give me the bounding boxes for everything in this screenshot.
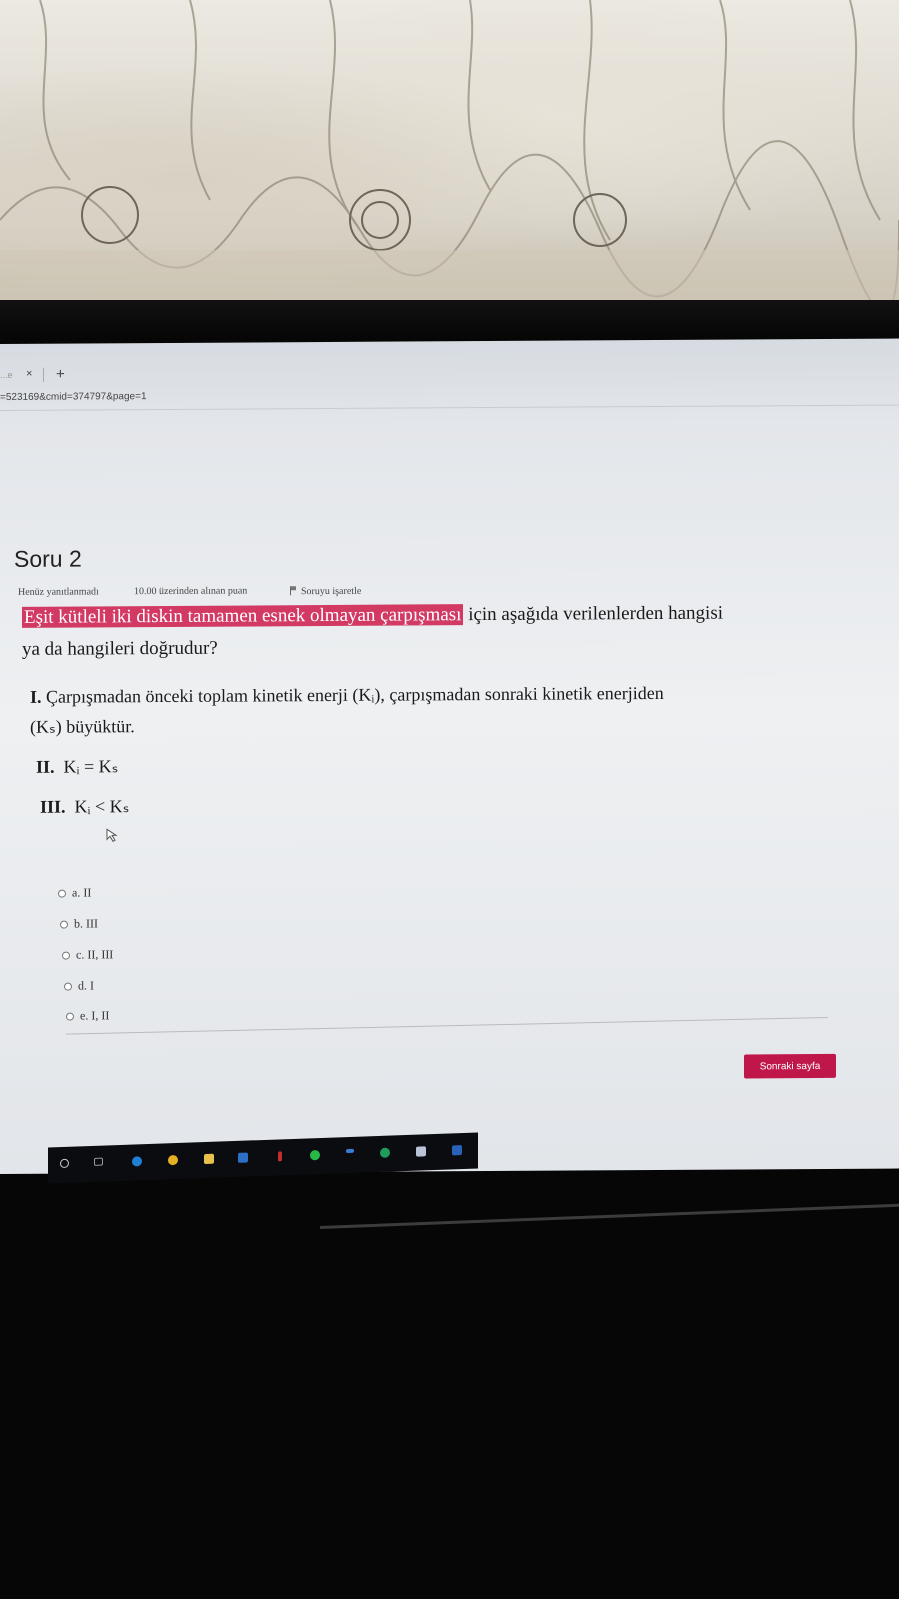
question-points: 10.00 üzerinden alınan puan — [134, 585, 248, 598]
desk-edge — [320, 1203, 899, 1229]
statement-1: I. Çarpışmadan önceki toplam kinetik ene… — [30, 678, 664, 742]
question-status: Henüz yanıtlanmadı — [18, 586, 99, 598]
radio-button[interactable] — [60, 920, 68, 929]
answer-option-e[interactable]: e. I, II — [66, 1008, 109, 1023]
monitor-bezel — [0, 300, 899, 344]
toolbar-divider — [0, 404, 899, 411]
divider — [66, 1016, 828, 1035]
mail-icon[interactable] — [238, 1152, 248, 1163]
question-title: Soru 2 — [14, 545, 82, 572]
statement-text: Kᵢ = Kₛ — [63, 756, 119, 777]
new-tab-button[interactable]: + — [56, 366, 65, 383]
stem-text-2: ya da hangileri doğrudur? — [22, 637, 218, 660]
flag-label: Soruyu işaretle — [301, 585, 362, 598]
flag-question-button[interactable]: Soruyu işaretle — [290, 585, 361, 597]
flag-icon — [290, 586, 297, 596]
answer-option-c[interactable]: c. II, III — [62, 947, 113, 962]
statement-text: Çarpışmadan önceki toplam kinetik enerji… — [46, 682, 664, 707]
statement-continuation: (Kₛ) büyüktür. — [30, 716, 135, 737]
tab-title[interactable]: ...e — [0, 370, 13, 380]
option-label: e. I, II — [80, 1008, 110, 1023]
shield-icon[interactable] — [416, 1146, 426, 1157]
question-stem: Eşit kütleli iki diskin tamamen esnek ol… — [22, 597, 862, 666]
blue-app-icon[interactable] — [452, 1145, 462, 1156]
tab-separator — [43, 367, 44, 382]
answer-option-d[interactable]: d. I — [64, 978, 94, 993]
browser-screen: ...e × + =523169&cmid=374797&page=1 Soru… — [0, 338, 899, 1174]
statement-3: III. Kᵢ < Kₛ — [40, 791, 129, 822]
radio-button[interactable] — [62, 951, 70, 960]
red-app-icon[interactable] — [278, 1151, 282, 1162]
tab-close-icon[interactable]: × — [26, 368, 32, 380]
tab-bar: ...e × + — [0, 359, 899, 388]
next-page-button[interactable]: Sonraki sayfa — [744, 1053, 836, 1079]
search-icon[interactable] — [60, 1158, 69, 1169]
option-label: b. III — [74, 916, 98, 931]
chrome-icon[interactable] — [168, 1154, 178, 1166]
statement-number: II. — [36, 756, 55, 777]
curtain-background — [0, 0, 899, 300]
mouse-cursor-icon — [106, 828, 118, 842]
statement-number: III. — [40, 796, 66, 817]
check-icon[interactable] — [346, 1148, 354, 1154]
statement-number: I. — [30, 686, 42, 707]
edge-icon[interactable] — [132, 1156, 142, 1167]
whatsapp-icon[interactable] — [310, 1150, 320, 1161]
green-app-icon[interactable] — [380, 1147, 390, 1158]
address-bar[interactable]: =523169&cmid=374797&page=1 — [0, 391, 147, 403]
task-view-icon[interactable] — [94, 1157, 103, 1166]
statement-2: II. Kᵢ = Kₛ — [36, 751, 118, 782]
radio-button[interactable] — [64, 982, 72, 991]
statement-text: Kᵢ < Kₛ — [74, 796, 130, 817]
radio-button[interactable] — [58, 889, 66, 898]
option-label: a. II — [72, 885, 92, 900]
folder-icon[interactable] — [204, 1153, 214, 1165]
answer-option-b[interactable]: b. III — [60, 916, 98, 931]
radio-button[interactable] — [66, 1012, 74, 1021]
answer-option-a[interactable]: a. II — [58, 885, 91, 900]
stem-text-1: için aşağıda verilenlerden hangisi — [463, 602, 724, 626]
option-label: d. I — [78, 978, 94, 993]
highlighted-text: Eşit kütleli iki diskin tamamen esnek ol… — [22, 604, 464, 628]
option-label: c. II, III — [76, 947, 114, 962]
